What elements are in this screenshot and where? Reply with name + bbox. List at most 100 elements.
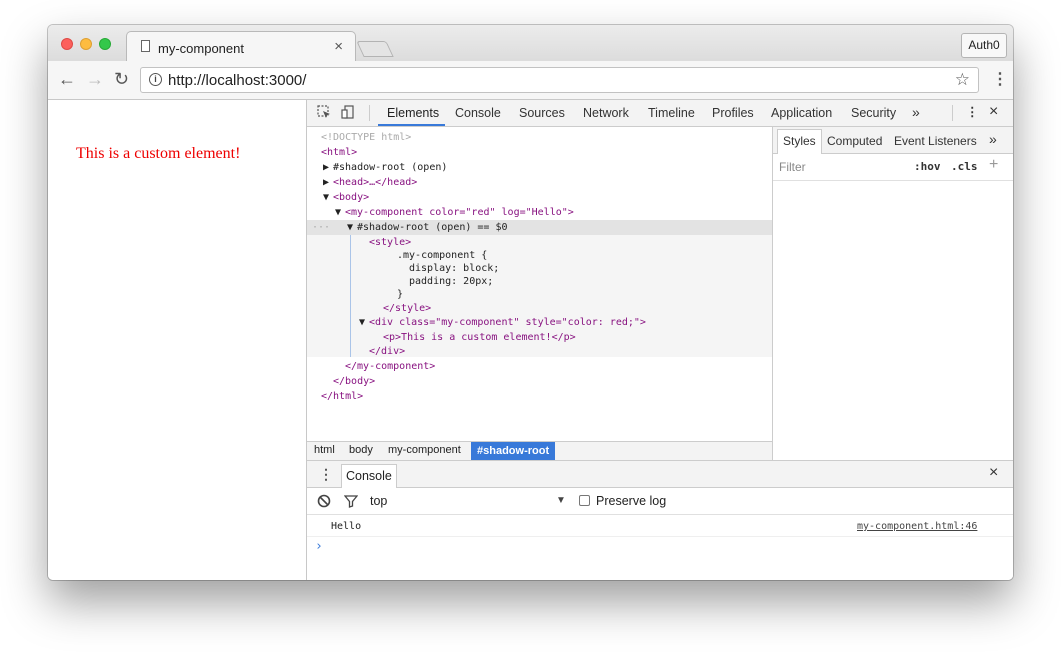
console-drawer: ⋮ Console × top ▼ Preserve log Hello my-…	[307, 460, 1013, 580]
browser-tab[interactable]: my-component ×	[126, 31, 356, 62]
devtools-close-icon[interactable]: ×	[989, 103, 998, 121]
expand-arrow-icon[interactable]: ▶	[323, 175, 329, 190]
dom-line[interactable]: <body>	[333, 190, 369, 205]
preserve-log-checkbox[interactable]	[579, 495, 590, 506]
reload-icon[interactable]: ↻	[114, 69, 129, 90]
styles-filter-row: Filter :hov .cls +	[773, 154, 1013, 181]
inspect-element-icon[interactable]	[317, 105, 331, 122]
drawer-tab-bar: ⋮ Console ×	[307, 461, 1013, 488]
devtools-panel: Elements Console Sources Network Timelin…	[307, 100, 1013, 580]
dom-line[interactable]: <my-component color="red" log="Hello">	[345, 205, 574, 220]
dom-line-selected[interactable]: #shadow-root (open) == $0	[357, 220, 508, 235]
dom-line[interactable]: <style>	[369, 235, 411, 250]
preserve-log-label: Preserve log	[596, 494, 667, 508]
expand-arrow-icon[interactable]: ▶	[323, 160, 329, 175]
bookmark-star-icon[interactable]: ☆	[955, 70, 970, 90]
dom-line[interactable]: </html>	[321, 389, 363, 404]
dom-line[interactable]: </div>	[369, 344, 405, 359]
filter-icon[interactable]	[343, 494, 359, 511]
dom-line[interactable]: <!DOCTYPE html>	[321, 130, 411, 145]
tab-computed[interactable]: Computed	[827, 134, 882, 148]
url-text[interactable]: http://localhost:3000/	[168, 72, 306, 89]
breadcrumb-body[interactable]: body	[349, 444, 373, 456]
dom-line[interactable]: #shadow-root (open)	[333, 160, 447, 175]
selected-node-ellipsis: ···	[312, 222, 331, 233]
breadcrumb-shadow-root[interactable]: #shadow-root	[471, 442, 556, 460]
console-message-text: Hello	[331, 521, 362, 532]
tab-timeline[interactable]: Timeline	[648, 106, 695, 120]
css-line: display: block;	[409, 263, 500, 274]
tab-network[interactable]: Network	[583, 106, 629, 120]
toolbar-divider	[952, 105, 953, 121]
active-tab-indicator	[378, 124, 445, 126]
clear-console-icon[interactable]	[317, 494, 331, 511]
more-tabs-icon[interactable]: »	[912, 104, 920, 120]
devtools-tab-bar: Elements Console Sources Network Timelin…	[307, 100, 1013, 127]
tab-event-listeners[interactable]: Event Listeners	[894, 134, 977, 148]
collapse-arrow-icon[interactable]: ▼	[347, 220, 353, 235]
tab-console-drawer[interactable]: Console	[341, 464, 397, 488]
tab-title: my-component	[158, 41, 244, 56]
address-bar[interactable]: i http://localhost:3000/ ☆	[140, 67, 979, 93]
styles-filter-input[interactable]: Filter	[779, 160, 806, 174]
device-toolbar-icon[interactable]	[341, 105, 355, 122]
css-line: padding: 20px;	[409, 276, 494, 287]
collapse-arrow-icon[interactable]: ▼	[359, 315, 365, 330]
minimize-window-button[interactable]	[80, 38, 92, 50]
collapse-arrow-icon[interactable]: ▼	[335, 205, 341, 220]
context-selector[interactable]: top	[370, 494, 387, 508]
page-viewport: This is a custom element!	[48, 100, 307, 580]
new-tab-button[interactable]	[356, 41, 394, 57]
tab-styles[interactable]: Styles	[777, 129, 822, 154]
context-dropdown-icon[interactable]: ▼	[556, 495, 566, 506]
dom-line[interactable]: <p>This is a custom element!</p>	[383, 330, 576, 345]
console-source-link[interactable]: my-component.html:46	[857, 519, 977, 534]
browser-menu-icon[interactable]: ⋮	[992, 69, 1008, 89]
elements-tree: ··· <!DOCTYPE html> <html> ▶ #shadow-roo…	[307, 127, 773, 442]
styles-pane: Styles Computed Event Listeners » Filter…	[773, 127, 1013, 460]
page-icon	[141, 40, 150, 52]
back-arrow-icon[interactable]: ←	[58, 69, 76, 90]
dom-line[interactable]: </my-component>	[345, 359, 435, 374]
info-icon[interactable]: i	[149, 73, 162, 86]
drawer-close-icon[interactable]: ×	[989, 464, 998, 482]
collapse-arrow-icon[interactable]: ▼	[323, 190, 329, 205]
tab-security[interactable]: Security	[851, 106, 896, 120]
dom-line[interactable]: </style>	[383, 301, 431, 316]
profile-button[interactable]: Auth0	[961, 33, 1007, 58]
css-line: .my-component {	[397, 250, 488, 261]
custom-element-text: This is a custom element!	[76, 145, 241, 162]
tab-profiles[interactable]: Profiles	[712, 106, 754, 120]
console-prompt[interactable]: ›	[315, 539, 323, 554]
hover-state-toggle[interactable]: :hov	[914, 160, 941, 173]
breadcrumb: html body my-component #shadow-root	[307, 441, 773, 460]
breadcrumb-html[interactable]: html	[314, 444, 335, 456]
styles-tab-bar: Styles Computed Event Listeners »	[773, 127, 1013, 154]
dom-line[interactable]: <div class="my-component" style="color: …	[369, 315, 646, 330]
class-toggle[interactable]: .cls	[951, 160, 978, 173]
console-message: Hello my-component.html:46	[307, 515, 1013, 537]
drawer-menu-icon[interactable]: ⋮	[319, 466, 333, 483]
title-bar: my-component × Auth0	[48, 25, 1013, 62]
tab-sources[interactable]: Sources	[519, 106, 565, 120]
tab-console[interactable]: Console	[455, 106, 501, 120]
console-toolbar: top ▼ Preserve log	[307, 488, 1013, 515]
forward-arrow-icon[interactable]: →	[86, 69, 104, 90]
tab-application[interactable]: Application	[771, 106, 832, 120]
maximize-window-button[interactable]	[99, 38, 111, 50]
new-style-rule-icon[interactable]: +	[989, 156, 998, 174]
shadow-root-guide	[350, 235, 351, 357]
dom-line[interactable]: <html>	[321, 145, 357, 160]
more-panes-icon[interactable]: »	[989, 131, 997, 147]
close-window-button[interactable]	[61, 38, 73, 50]
browser-toolbar: ← → ↻ i http://localhost:3000/ ☆ ⋮	[48, 61, 1013, 100]
tab-elements[interactable]: Elements	[387, 106, 439, 120]
dom-line[interactable]: <head>…</head>	[333, 175, 417, 190]
tab-close-icon[interactable]: ×	[334, 38, 343, 55]
css-line: }	[397, 289, 404, 300]
devtools-menu-icon[interactable]: ⋮	[966, 104, 979, 119]
breadcrumb-my-component[interactable]: my-component	[388, 444, 461, 456]
toolbar-divider	[369, 105, 370, 121]
dom-line[interactable]: </body>	[333, 374, 375, 389]
browser-window: my-component × Auth0 ← → ↻ i http://loca…	[48, 25, 1013, 580]
